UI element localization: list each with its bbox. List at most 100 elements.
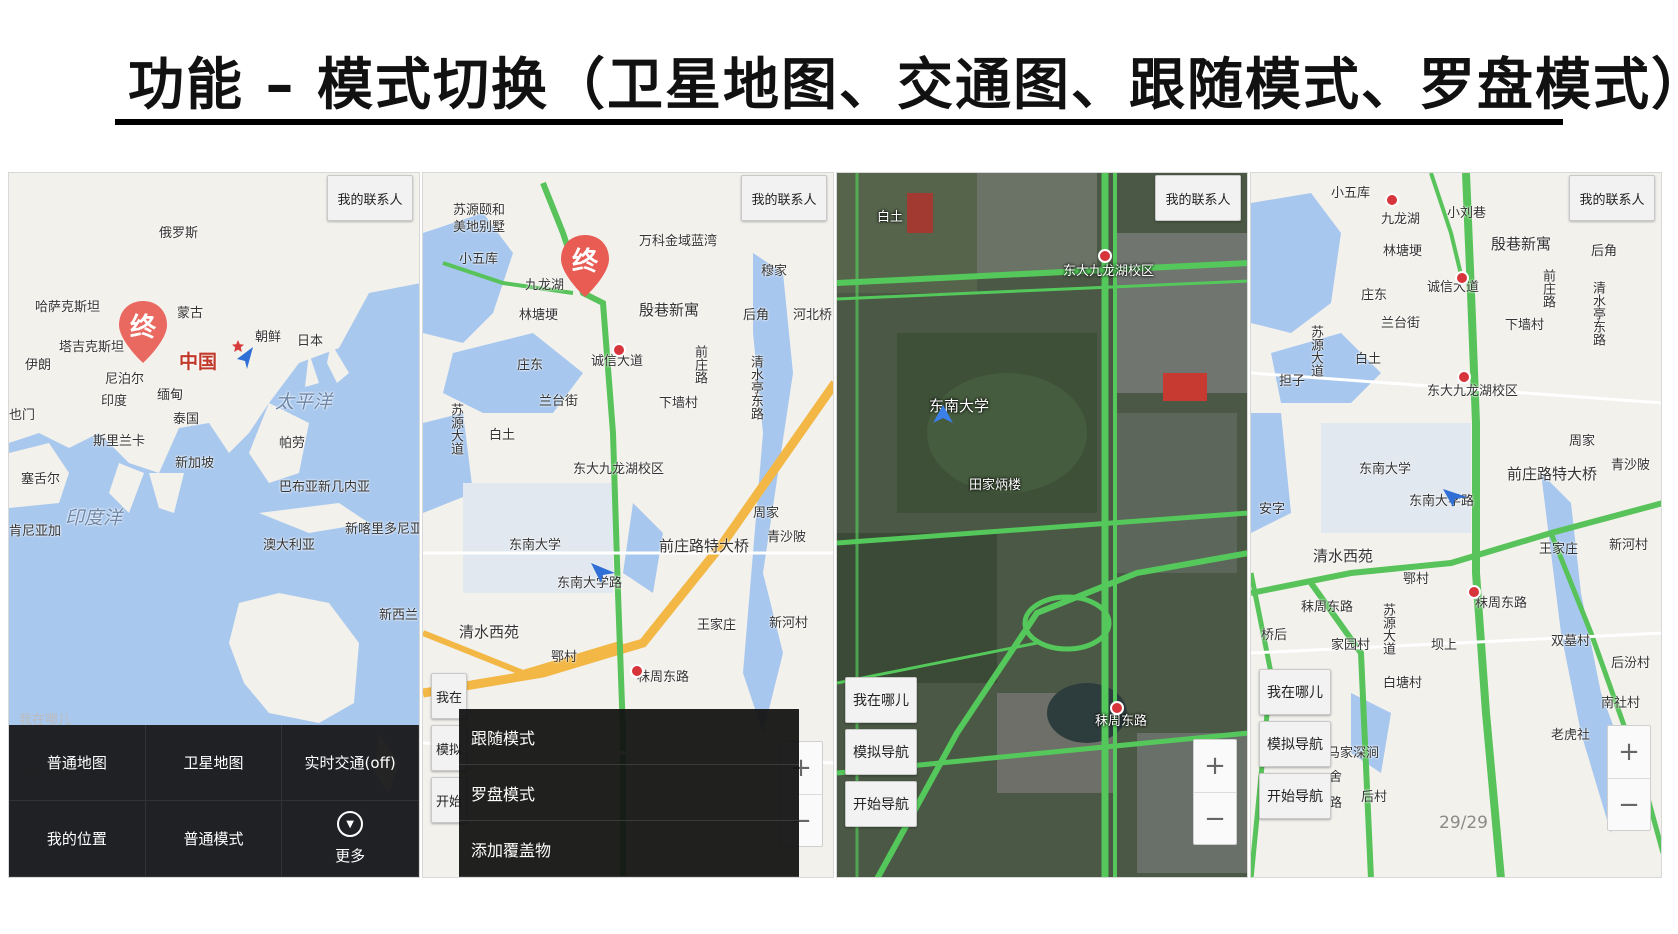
title-underline (115, 119, 1563, 125)
label-tianjia-building: 田家炳楼 (969, 478, 1022, 493)
label-shuangmu: 双墓村 (1551, 634, 1591, 649)
label-houfu: 后汾村 (1611, 656, 1651, 671)
simulate-nav-button[interactable]: 模拟导航 (845, 729, 917, 775)
menu-add-overlay[interactable]: 添加覆盖物 (459, 821, 799, 877)
label-linshugeng: 林塘埂 (519, 308, 559, 323)
label-qianzhuang-bridge: 前庄路特大桥 (659, 537, 750, 555)
zoom-in-button[interactable]: + (1194, 740, 1236, 792)
metro-station-icon (612, 343, 626, 357)
start-nav-button[interactable]: 开始导航 (1259, 773, 1331, 819)
menu-normal-mode[interactable]: 普通模式 (145, 801, 283, 877)
phone-screen-satellite-traffic: 白土 东大九龙湖校区 东南大学 田家炳楼 秣周东路 我的联系人 我在哪儿 模拟导… (836, 172, 1248, 878)
label-baitang: 白塘村 (1383, 676, 1423, 691)
label-india: 印度 (101, 394, 128, 409)
label-xiaowuzhuang: 小五库 (1331, 186, 1371, 201)
navigation-arrow-icon (933, 405, 953, 423)
label-xiaowuzhuang: 小五库 (459, 252, 499, 267)
menu-live-traffic-toggle[interactable]: 实时交通(off) (282, 725, 419, 801)
label-baitu: 白土 (877, 210, 904, 225)
label-myanmar: 缅甸 (157, 388, 184, 403)
label-russia: 俄罗斯 (159, 226, 199, 241)
label-linshugeng: 林塘埂 (1383, 244, 1423, 259)
label-qiaohou: 桥后 (1261, 628, 1288, 643)
capital-star-icon (232, 340, 244, 352)
label-yemen: 也门 (9, 408, 36, 423)
label-japan: 日本 (297, 334, 324, 349)
label-jiayuan: 家园村 (1331, 638, 1371, 653)
label-pacific-ocean: 太平洋 (275, 391, 333, 413)
phone-screen-mode-popup: 苏源颐和 美地别墅 万科金域蓝湾 小五库 九龙湖 穆家 殷巷新寓 林塘埂 后角 … (422, 172, 834, 878)
menu-compass-mode[interactable]: 罗盘模式 (459, 765, 799, 821)
where-am-i-button[interactable]: 我在哪儿 (1259, 669, 1331, 715)
metro-station-icon (1455, 271, 1469, 285)
navigation-arrow-icon (1443, 489, 1467, 507)
simulate-nav-button[interactable]: 模拟导航 (1259, 721, 1331, 767)
where-am-i-button[interactable]: 我在哪儿 (845, 677, 917, 723)
slide-title: 功能 – 模式切换（卫星地图、交通图、跟随模式、罗盘模式） (128, 53, 1678, 118)
label-nepal: 尼泊尔 (105, 372, 145, 387)
label-xiaoliuzhuang: 小刘巷 (1447, 206, 1487, 221)
label-east-jiulong-campus: 东大九龙湖校区 (573, 462, 665, 477)
label-yinxiang: 殷巷新寓 (639, 301, 700, 319)
label-baitu: 白土 (1355, 352, 1382, 367)
phone-screen-normal-map: 俄罗斯 哈萨克斯坦 蒙古 塔吉克斯坦 中国 朝鲜 日本 伊朗 尼泊尔 印度 缅甸… (8, 172, 420, 878)
menu-my-location[interactable]: 我的位置 (9, 801, 146, 877)
destination-pin-icon[interactable]: 终 (117, 299, 169, 365)
label-ecun: 鄂村 (551, 650, 578, 665)
label-mongolia: 蒙古 (177, 306, 204, 321)
label-wangjiazhuang: 王家庄 (697, 618, 737, 633)
zoom-out-button[interactable]: − (1608, 778, 1650, 831)
zoom-control: + − (1193, 739, 1237, 845)
menu-more-label: 更多 (335, 847, 366, 865)
label-mozhou-east-road: 秣周东路 (637, 670, 690, 685)
label-nanshe: 南社村 (1601, 696, 1641, 711)
my-contacts-button[interactable]: 我的联系人 (327, 175, 413, 221)
label-palau: 帕劳 (279, 436, 306, 451)
label-zhoujia: 周家 (753, 506, 780, 521)
label-korea: 朝鲜 (255, 330, 282, 345)
label-suyuan-avenue: 苏源大道 (448, 403, 463, 455)
label-chengxin-avenue: 诚信大道 (1427, 280, 1480, 295)
navigation-arrow-icon (591, 563, 615, 583)
metro-station-icon (630, 664, 644, 678)
map-mode-menu: 普通地图 卫星地图 实时交通(off) 我的位置 普通模式 ▼ 更多 (9, 725, 419, 877)
zoom-in-button[interactable]: + (1608, 726, 1650, 778)
label-houjiao: 后角 (1591, 244, 1618, 259)
label-danzi: 担子 (1279, 374, 1306, 389)
metro-station-icon (1467, 585, 1481, 599)
label-australia: 澳大利亚 (263, 538, 316, 553)
label-mozhou-east-road: 秣周东路 (1095, 714, 1148, 729)
my-contacts-button[interactable]: 我的联系人 (741, 175, 827, 221)
label-sanqiu: 兰台街 (539, 394, 579, 409)
label-suyuan-avenue: 苏源大道 (1308, 325, 1323, 377)
label-majiashenjian: 马家深涧 (1327, 746, 1380, 761)
metro-station-icon (1457, 370, 1471, 384)
label-wangjiazhuang: 王家庄 (1539, 542, 1579, 557)
my-contacts-button[interactable]: 我的联系人 (1569, 175, 1655, 221)
label-qingshui-xiyuan: 清水西苑 (1313, 547, 1374, 565)
my-contacts-button[interactable]: 我的联系人 (1155, 175, 1241, 221)
label-east-jiulong-campus: 东大九龙湖校区 (1427, 384, 1519, 399)
menu-normal-map[interactable]: 普通地图 (9, 725, 146, 801)
label-jiulonghu: 九龙湖 (1381, 212, 1421, 227)
label-sri-lanka: 斯里兰卡 (93, 434, 146, 449)
label-bashang: 坝上 (1431, 638, 1458, 653)
zoom-out-button[interactable]: − (1194, 792, 1236, 845)
label-qingshui-road: 清水亭东路 (1590, 281, 1605, 346)
menu-follow-mode[interactable]: 跟随模式 (459, 709, 799, 765)
mode-popup-menu: 跟随模式 罗盘模式 添加覆盖物 (459, 709, 799, 877)
destination-pin-icon[interactable]: 终 (559, 233, 611, 299)
label-xiaotoucun: 下墙村 (1505, 318, 1545, 333)
label-china: 中国 (179, 351, 218, 373)
label-zhuangdong: 庄东 (517, 358, 544, 373)
menu-more[interactable]: ▼ 更多 (282, 801, 419, 877)
slide-page-number: 29/29 (1439, 813, 1488, 833)
menu-satellite-map[interactable]: 卫星地图 (145, 725, 283, 801)
label-papua-new-guinea: 巴布亚新几内亚 (279, 480, 371, 495)
label-ecun: 鄂村 (1403, 572, 1430, 587)
start-nav-button[interactable]: 开始导航 (845, 781, 917, 827)
label-xiaotoucun: 下墙村 (659, 396, 699, 411)
label-yinxiang: 殷巷新寓 (1491, 235, 1552, 253)
label-houcun: 后村 (1361, 790, 1388, 805)
chevron-down-circle-icon: ▼ (337, 811, 364, 837)
